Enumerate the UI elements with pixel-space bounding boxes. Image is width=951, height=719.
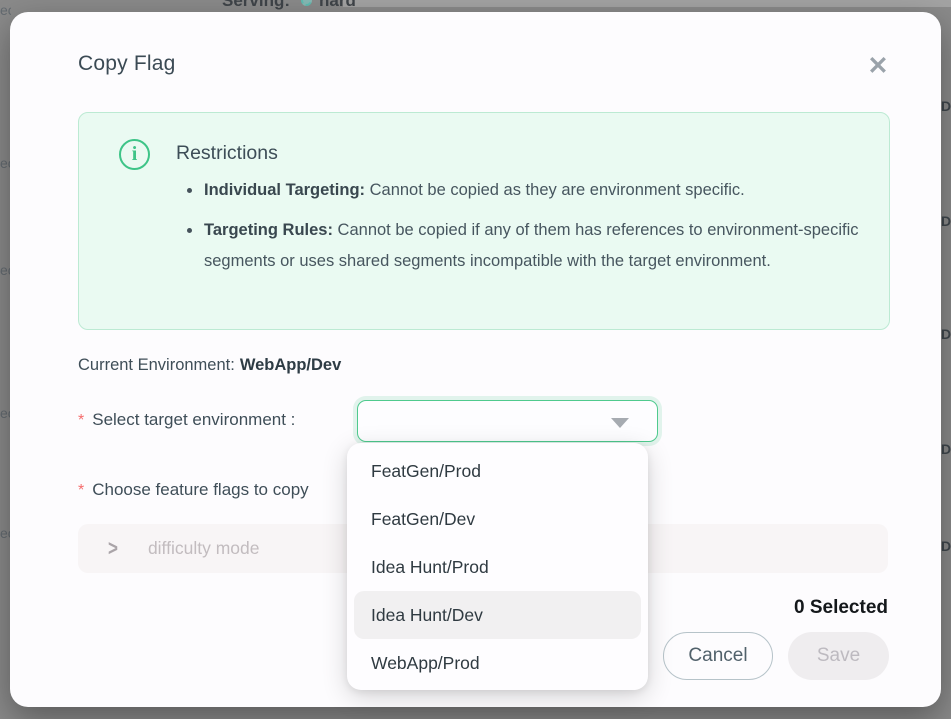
bullet-dot: [187, 228, 192, 233]
cancel-button[interactable]: Cancel: [663, 632, 773, 680]
dropdown-option-highlighted[interactable]: Idea Hunt/Dev: [354, 591, 641, 639]
dialog-title: Copy Flag: [78, 52, 176, 76]
restriction-item: Individual Targeting: Cannot be copied a…: [187, 175, 875, 206]
background-serving-text: Serving: hard: [222, 0, 356, 10]
restriction-term: Targeting Rules:: [204, 221, 333, 239]
target-environment-label-row: * Select target environment :: [78, 410, 295, 430]
restriction-item: Targeting Rules: Cannot be copied if any…: [187, 215, 875, 277]
required-asterisk: *: [78, 412, 84, 429]
bullet-dot: [187, 188, 192, 193]
background-text-fragment: De: [941, 326, 951, 342]
required-asterisk: *: [78, 482, 84, 499]
copy-flag-dialog: Copy Flag ✕ i Restrictions Individual Ta…: [10, 12, 941, 707]
serving-status-dot-icon: [301, 0, 312, 6]
choose-flags-label-row: * Choose feature flags to copy: [78, 480, 309, 500]
dropdown-option[interactable]: WebApp/Prod: [347, 639, 648, 687]
restrictions-title: Restrictions: [176, 142, 278, 165]
dropdown-option[interactable]: FeatGen/Prod: [347, 447, 648, 495]
restriction-text: Targeting Rules: Cannot be copied if any…: [204, 215, 875, 277]
background-text-fragment: De: [941, 538, 951, 554]
background-text-fragment: De: [941, 98, 951, 114]
restriction-term: Individual Targeting:: [204, 181, 365, 199]
restrictions-list: Individual Targeting: Cannot be copied a…: [187, 175, 875, 286]
serving-label: Serving:: [222, 0, 290, 10]
selected-count: 0 Selected: [794, 597, 888, 619]
restrictions-panel: i Restrictions Individual Targeting: Can…: [78, 112, 890, 330]
info-icon: i: [119, 139, 150, 170]
background-header-band: [343, 0, 951, 7]
target-environment-label: Select target environment :: [92, 410, 295, 429]
current-environment-label: Current Environment:: [78, 356, 235, 374]
feature-flag-name: difficulty mode: [148, 538, 260, 559]
target-environment-select[interactable]: [357, 400, 658, 442]
background-text-fragment: De: [941, 213, 951, 229]
restriction-desc: Cannot be copied as they are environment…: [365, 181, 745, 199]
chevron-down-icon: [611, 418, 629, 428]
close-icon[interactable]: ✕: [862, 50, 894, 82]
current-environment-value: WebApp/Dev: [240, 356, 341, 374]
restriction-text: Individual Targeting: Cannot be copied a…: [204, 175, 745, 206]
environment-dropdown-menu: FeatGen/Prod FeatGen/Dev Idea Hunt/Prod …: [347, 443, 648, 690]
background-text-fragment: De: [941, 441, 951, 457]
background-text-fragment: ec: [0, 2, 11, 18]
dropdown-option[interactable]: FeatGen/Dev: [347, 495, 648, 543]
current-environment-row: Current Environment: WebApp/Dev: [78, 356, 341, 375]
chevron-right-icon: >: [108, 536, 118, 562]
serving-value: hard: [319, 0, 356, 10]
choose-flags-label: Choose feature flags to copy: [92, 480, 308, 499]
save-button[interactable]: Save: [788, 632, 889, 680]
dropdown-option[interactable]: Idea Hunt/Prod: [347, 543, 648, 591]
